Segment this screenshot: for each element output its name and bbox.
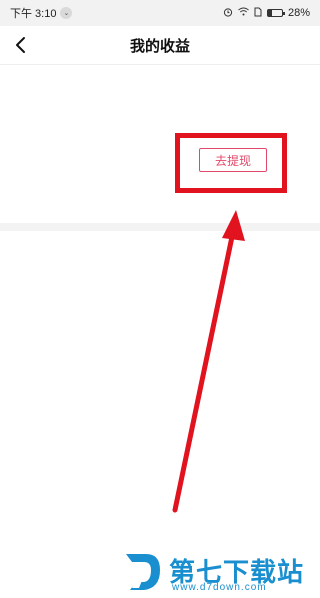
d7-logo-icon [126, 554, 160, 590]
watermark-url: www.d7down.com [172, 582, 267, 593]
annotation-arrow [172, 210, 245, 513]
watermark-logo: 第七下载站 www.d7down.com [120, 548, 320, 598]
